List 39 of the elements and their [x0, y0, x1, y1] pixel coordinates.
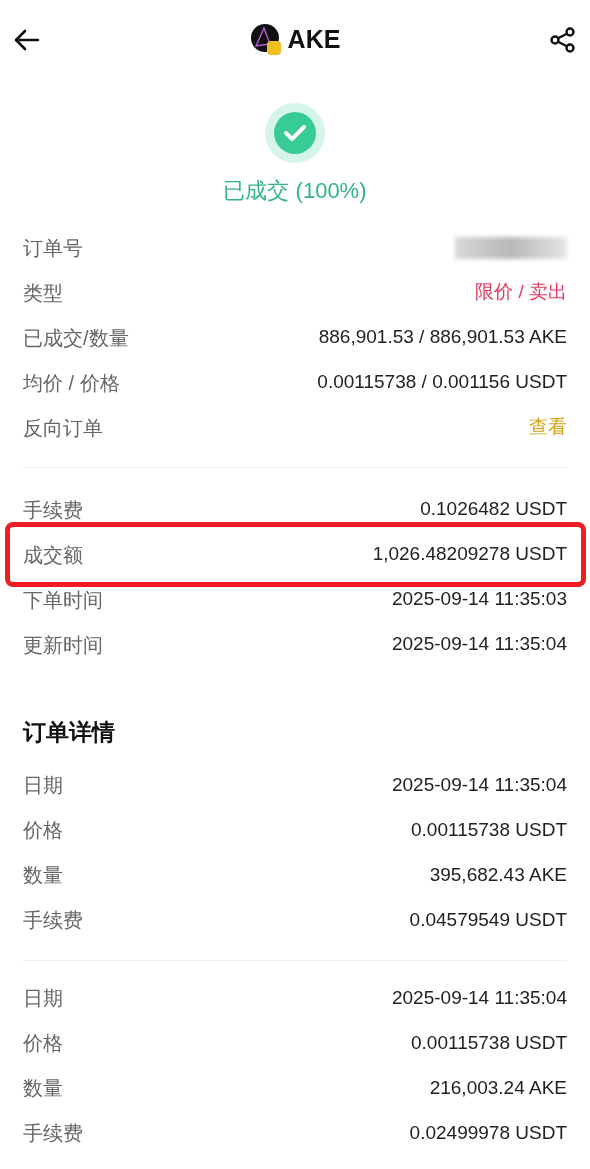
back-arrow-icon[interactable]: [14, 29, 40, 51]
row-value: 2025-09-14 11:35:04: [391, 772, 567, 797]
row-label: 手续费: [23, 497, 83, 523]
row-label: 日期: [23, 986, 63, 1011]
row-label: 手续费: [23, 1121, 83, 1146]
status-text: 已成交 (100%): [223, 177, 367, 205]
row-value: 0.04579549 USDT: [409, 907, 567, 932]
row-label: 价格: [23, 1031, 63, 1056]
row-label: 下单时间: [23, 587, 103, 613]
row-value: 395,682.43 AKE: [429, 862, 567, 887]
token-logo-icon: [249, 24, 282, 56]
row-value: 886,901.53 / 886,901.53 AKE: [318, 325, 567, 350]
row-label: 反向订单: [23, 415, 103, 441]
row-value: 216,003.24 AKE: [429, 1075, 567, 1100]
row-value: 0.1026482 USDT: [420, 497, 567, 522]
view-link[interactable]: 查看: [529, 413, 567, 442]
row-value: 0.00115738 USDT: [411, 817, 567, 842]
section-title: 订单详情: [23, 718, 116, 747]
row-label: 已成交/数量: [23, 325, 129, 351]
row-label: 数量: [23, 1076, 63, 1101]
row-value: 限价 / 卖出: [475, 280, 567, 305]
row-value: 2025-09-14 11:35:03: [391, 587, 567, 612]
row-label: 更新时间: [23, 632, 103, 658]
row-value: 0.00115738 USDT: [411, 1030, 567, 1055]
row-label: 订单号: [23, 235, 83, 261]
row-value: 0.00115738 / 0.001156 USDT: [317, 370, 567, 395]
row-value: 0.02499978 USDT: [409, 1120, 567, 1145]
row-value: 1,026.48209278 USDT: [372, 542, 567, 567]
row-label: 数量: [23, 863, 63, 888]
row-value: 2025-09-14 11:35:04: [391, 985, 567, 1010]
row-value: 2025-09-14 11:35:04: [391, 632, 567, 657]
row-label: 类型: [23, 280, 63, 306]
row-label: 日期: [23, 773, 63, 798]
row-label: 价格: [23, 818, 63, 843]
page-title: AKE: [287, 24, 341, 56]
row-label: 成交额: [23, 542, 83, 568]
row-label: 手续费: [23, 908, 83, 933]
share-icon[interactable]: [550, 27, 576, 53]
row-label: 均价 / 价格: [23, 370, 120, 396]
